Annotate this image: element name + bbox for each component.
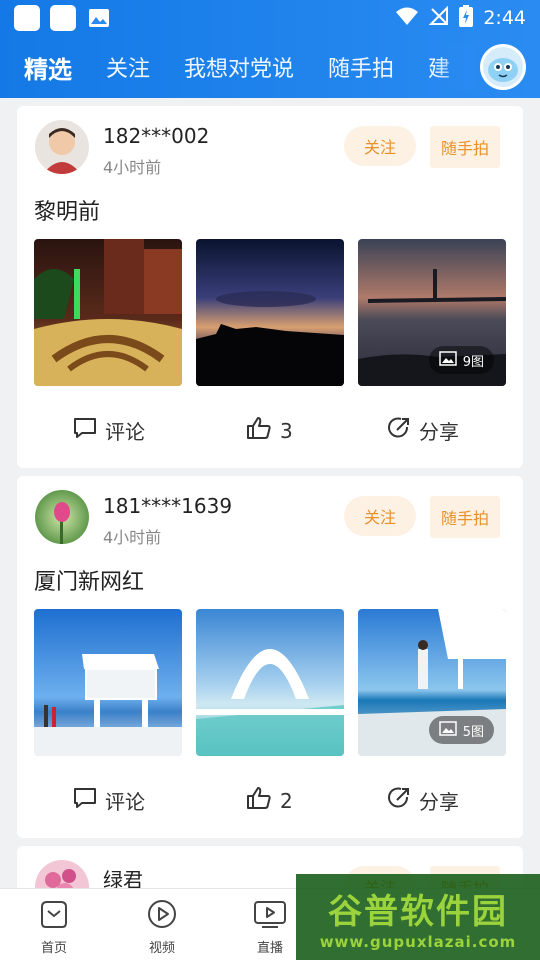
post-photo[interactable]: 9图 xyxy=(358,239,506,386)
image-count: 5图 xyxy=(462,724,484,740)
mascot-avatar-icon[interactable] xyxy=(480,44,526,90)
tab-snapshot[interactable]: 随手拍 xyxy=(328,51,394,83)
channel-tabs: 精选 关注 我想对党说 随手拍 建 xyxy=(0,36,540,98)
username[interactable]: 182***002 xyxy=(103,124,209,148)
post-card[interactable]: 181****1639 4小时前 关注 随手拍 厦门新网红 5图 评论 2 分享 xyxy=(17,476,523,838)
image-count: 9图 xyxy=(462,354,484,370)
username[interactable]: 181****1639 xyxy=(103,494,232,518)
post-photo[interactable] xyxy=(34,239,182,386)
nav-home[interactable]: 首页 xyxy=(24,899,84,956)
topic-tag[interactable]: 随手拍 xyxy=(430,496,500,538)
image-icon xyxy=(438,720,457,740)
comment-label: 评论 xyxy=(105,420,145,444)
nav-label: 直播 xyxy=(256,941,283,956)
site-watermark: 谷普软件园 www.gupuxlazai.com xyxy=(296,874,540,960)
post-photo[interactable] xyxy=(196,609,344,756)
image-icon xyxy=(438,350,457,370)
watermark-url: www.gupuxlazai.com xyxy=(319,932,517,951)
share-label: 分享 xyxy=(419,420,459,444)
tab-featured[interactable]: 精选 xyxy=(24,50,72,85)
post-title[interactable]: 黎明前 xyxy=(34,194,100,226)
image-count-badge: 5图 xyxy=(428,716,494,744)
play-circle-icon xyxy=(146,899,178,933)
notification-icon xyxy=(50,5,76,31)
status-bar: 2:44 xyxy=(0,0,540,36)
post-photo[interactable] xyxy=(34,609,182,756)
thumbs-up-icon xyxy=(246,786,272,815)
comment-icon xyxy=(73,417,97,444)
avatar[interactable] xyxy=(35,490,89,544)
nav-label: 视频 xyxy=(148,941,175,956)
image-count-badge: 9图 xyxy=(428,346,494,374)
post-photo[interactable] xyxy=(196,239,344,386)
comment-icon xyxy=(73,787,97,814)
post-time: 4小时前 xyxy=(103,528,162,547)
comment-button[interactable]: 评论 xyxy=(73,416,145,445)
tab-fade xyxy=(436,44,476,90)
app-header: 2:44 精选 关注 我想对党说 随手拍 建 xyxy=(0,0,540,98)
share-icon xyxy=(387,786,411,815)
share-button[interactable]: 分享 xyxy=(387,416,459,445)
status-time: 2:44 xyxy=(483,7,526,29)
follow-button[interactable]: 关注 xyxy=(344,126,416,166)
post-actions: 评论 2 分享 xyxy=(17,786,523,826)
share-label: 分享 xyxy=(419,790,459,814)
post-title[interactable]: 厦门新网红 xyxy=(34,564,144,596)
notification-icon xyxy=(14,5,40,31)
no-signal-icon xyxy=(428,5,449,31)
nav-label: 首页 xyxy=(40,941,67,956)
topic-tag[interactable]: 随手拍 xyxy=(430,126,500,168)
like-count: 2 xyxy=(280,788,293,813)
avatar[interactable] xyxy=(35,860,89,888)
post-photo[interactable]: 5图 xyxy=(358,609,506,756)
gallery-notification-icon xyxy=(86,6,112,30)
comment-label: 评论 xyxy=(105,790,145,814)
watermark-title: 谷普软件园 xyxy=(328,891,508,932)
wifi-icon xyxy=(395,6,419,31)
post-card[interactable]: 182***002 4小时前 关注 随手拍 黎明前 9图 评论 3 分享 xyxy=(17,106,523,468)
like-button[interactable]: 2 xyxy=(246,786,293,815)
like-count: 3 xyxy=(280,418,293,443)
follow-button[interactable]: 关注 xyxy=(344,496,416,536)
post-actions: 评论 3 分享 xyxy=(17,416,523,456)
home-icon xyxy=(38,899,70,933)
tv-icon xyxy=(253,899,287,933)
nav-live[interactable]: 直播 xyxy=(240,899,300,956)
feed-list[interactable]: 182***002 4小时前 关注 随手拍 黎明前 9图 评论 3 分享 181… xyxy=(0,98,540,888)
thumbs-up-icon xyxy=(246,416,272,445)
tab-following[interactable]: 关注 xyxy=(106,51,150,83)
post-time: 4小时前 xyxy=(103,158,162,177)
battery-charging-icon xyxy=(459,4,474,32)
share-icon xyxy=(387,416,411,445)
like-button[interactable]: 3 xyxy=(246,416,293,445)
share-button[interactable]: 分享 xyxy=(387,786,459,815)
username[interactable]: 绿君 xyxy=(103,864,143,888)
nav-video[interactable]: 视频 xyxy=(132,899,192,956)
tab-party-words[interactable]: 我想对党说 xyxy=(184,51,294,83)
avatar[interactable] xyxy=(35,120,89,174)
comment-button[interactable]: 评论 xyxy=(73,786,145,815)
